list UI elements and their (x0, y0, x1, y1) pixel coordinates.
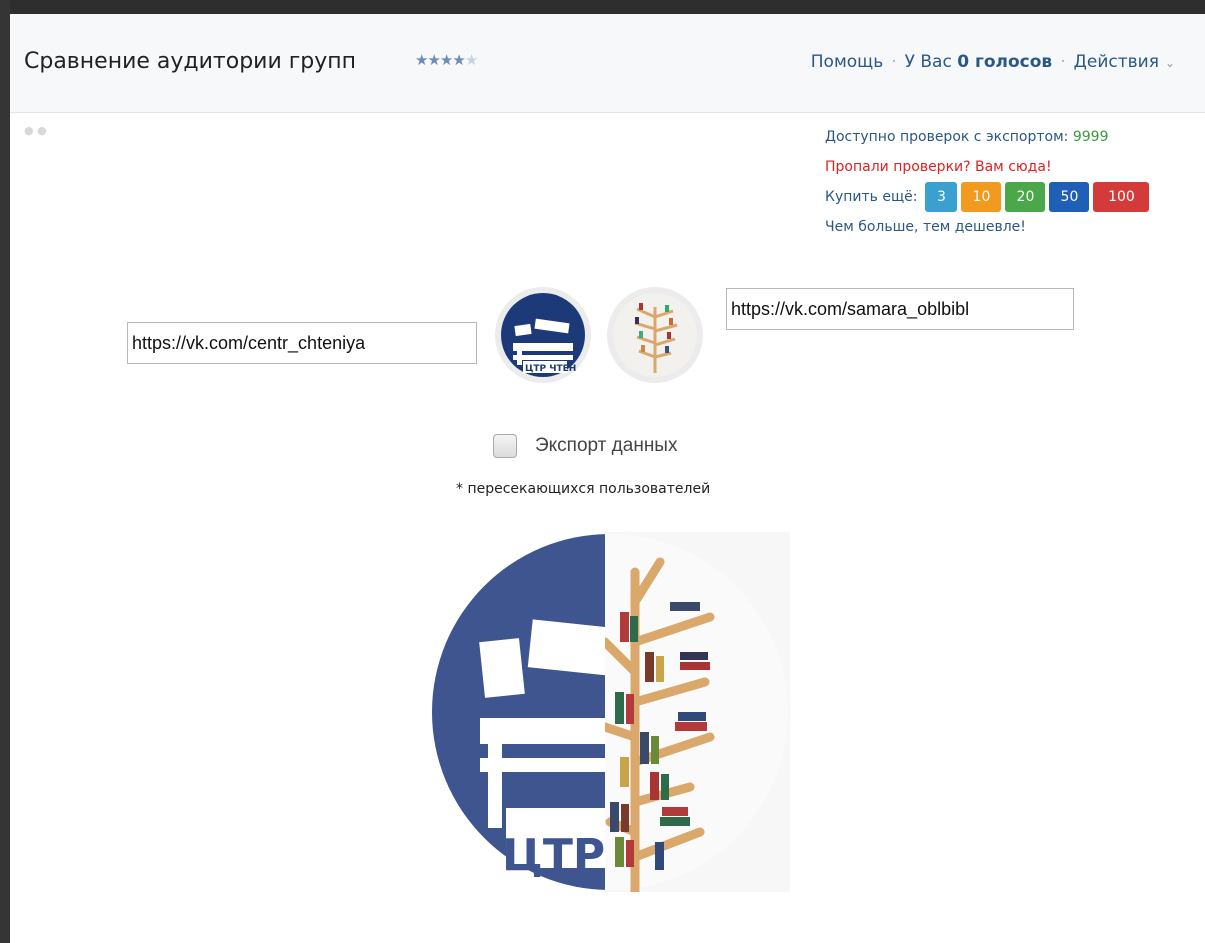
intersection-note: * пересекающихся пользователей (456, 481, 711, 497)
buy-10-button[interactable]: 10 (961, 182, 1002, 212)
page-title: Сравнение аудитории групп (24, 49, 357, 74)
svg-text:ЦТР ЧТЕН: ЦТР ЧТЕН (525, 364, 576, 374)
drag-dots-icon: ● ● (24, 124, 47, 137)
app-content: Сравнение аудитории групп ★★★★★ Помощь · У… (10, 14, 1205, 943)
buy-3-button[interactable]: 3 (925, 182, 958, 212)
actions-label[interactable]: Действия (1074, 52, 1159, 72)
window-frame-left (0, 0, 10, 943)
book-tree-icon (613, 293, 697, 377)
group1-url-input[interactable] (127, 322, 477, 364)
export-option[interactable]: Экспорт данных (493, 434, 677, 458)
star-icon[interactable]: ★ (440, 51, 453, 69)
buy-100-button[interactable]: 100 (1093, 182, 1150, 212)
checks-available: Доступно проверок с экспортом: 9999 (825, 122, 1149, 152)
window-frame-top (0, 0, 1205, 14)
star-icon[interactable]: ★ (427, 51, 440, 69)
buy-more-label: Купить ещё: (825, 189, 918, 205)
checks-info: Доступно проверок с экспортом: 9999 Проп… (825, 122, 1150, 242)
star-icon[interactable]: ★ (452, 51, 465, 69)
checks-value: 9999 (1072, 129, 1109, 145)
buy-20-button[interactable]: 20 (1005, 182, 1046, 212)
votes-prefix: У Вас (904, 52, 952, 72)
group1-avatar[interactable]: ЦТР ЧТЕН (495, 287, 591, 383)
export-checkbox[interactable] (493, 434, 517, 458)
rating-stars[interactable]: ★★★★★ (415, 51, 478, 69)
buy-more-row: Купить ещё: 3 10 20 50 100 (825, 182, 1150, 212)
split-avatar-image: ЦТР Ч (432, 532, 790, 892)
separator: · (1060, 52, 1066, 72)
page-header: Сравнение аудитории групп ★★★★★ Помощь · У… (10, 14, 1205, 113)
votes-value[interactable]: 0 голосов (957, 52, 1052, 72)
header-nav: Помощь · У Вас 0 голосов · Действия ⌄ (811, 52, 1175, 72)
checks-label: Доступно проверок с экспортом: (825, 129, 1069, 145)
star-icon[interactable]: ★ (465, 51, 478, 69)
group2-url-input[interactable] (726, 288, 1074, 330)
export-label[interactable]: Экспорт данных (535, 435, 677, 457)
group2-avatar[interactable] (607, 287, 703, 383)
centr-chteniya-logo-icon: ЦТР ЧТЕН (501, 293, 585, 377)
lost-checks-link[interactable]: Пропали проверки? Вам сюда! (825, 152, 1149, 182)
help-link[interactable]: Помощь (811, 52, 883, 72)
buy-50-button[interactable]: 50 (1049, 182, 1090, 212)
comparison-result-image: ЦТР Ч (430, 532, 790, 896)
star-icon[interactable]: ★ (415, 51, 428, 69)
actions-menu[interactable]: Действия ⌄ (1074, 52, 1175, 72)
chevron-down-icon[interactable]: ⌄ (1165, 56, 1175, 70)
separator: · (891, 52, 897, 72)
cheaper-note: Чем больше, тем дешевле! (825, 219, 1026, 235)
